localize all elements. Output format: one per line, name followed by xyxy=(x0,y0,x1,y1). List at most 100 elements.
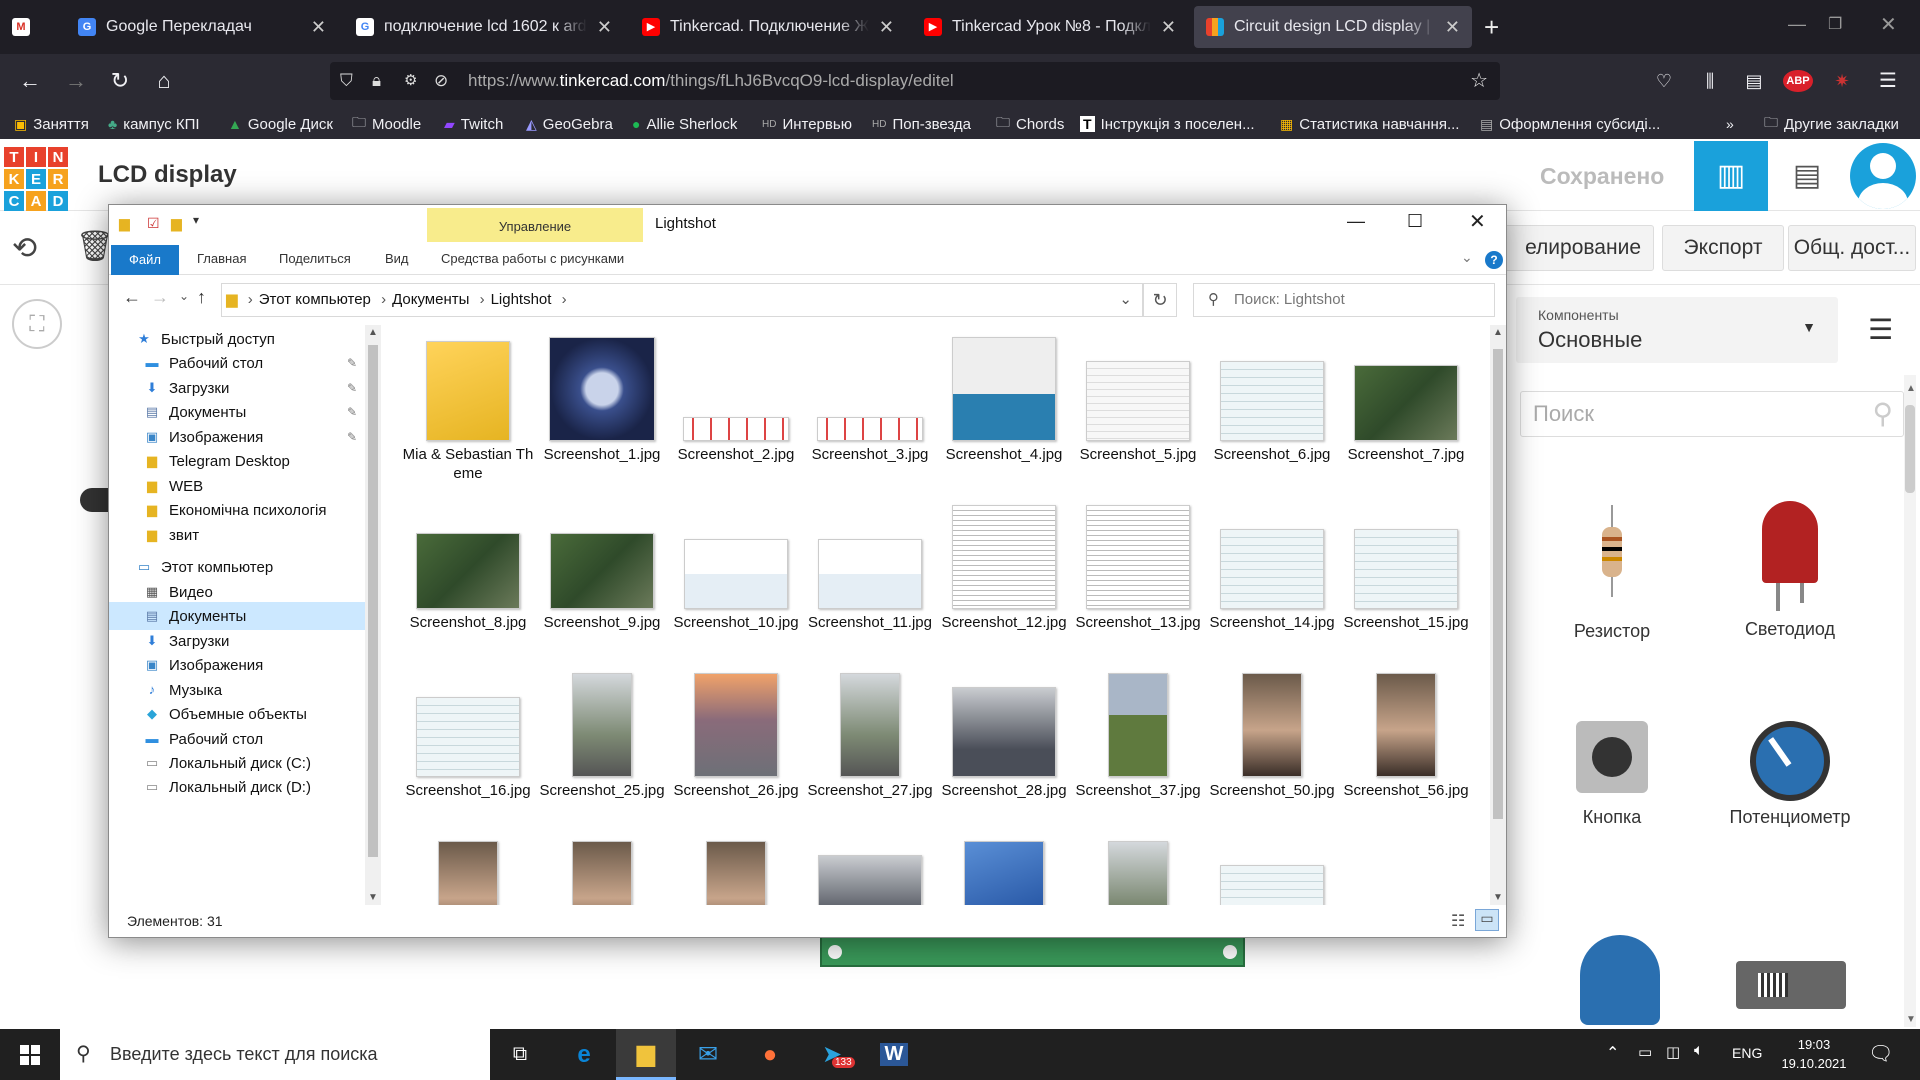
component-partial[interactable] xyxy=(1736,961,1846,1009)
avatar[interactable] xyxy=(1850,143,1916,209)
file-item[interactable] xyxy=(1205,837,1339,905)
sidebar-item[interactable]: ▆ Економічна психологія xyxy=(109,496,365,524)
windows-start-icon[interactable] xyxy=(0,1029,60,1080)
file-item[interactable] xyxy=(669,837,803,905)
file-item[interactable]: Screenshot_10.jpg xyxy=(669,501,803,632)
file-item[interactable]: Screenshot_14.jpg xyxy=(1205,501,1339,632)
address-bar[interactable]: ▆ › Этот компьютер › Документы › Lightshot … xyxy=(221,283,1143,317)
tab-tinkercad[interactable]: Circuit design LCD display | Tink ✕ xyxy=(1194,6,1472,48)
pocket-icon[interactable]: ♡ xyxy=(1648,66,1680,96)
sidebar-item[interactable]: ▆ звит xyxy=(109,521,365,549)
tracking-icon[interactable]: ⊘ xyxy=(434,62,448,100)
bookmark[interactable]: ▤ Оформлення субсиді... xyxy=(1480,112,1660,136)
file-item[interactable]: Screenshot_26.jpg xyxy=(669,669,803,800)
new-tab-button[interactable]: + xyxy=(1484,12,1499,43)
file-item[interactable]: Screenshot_6.jpg xyxy=(1205,333,1339,464)
file-item[interactable]: Screenshot_9.jpg xyxy=(535,501,669,632)
bookmark[interactable]: ▲ Google Диск xyxy=(228,112,333,136)
task-view-icon[interactable]: ⧉ xyxy=(490,1029,550,1080)
library-icon[interactable]: ⫼ xyxy=(1694,66,1726,96)
design-title[interactable]: LCD display xyxy=(98,161,237,189)
share-button[interactable]: Общ. дост... xyxy=(1788,225,1916,271)
sidebar-item[interactable]: ▭ Этот компьютер xyxy=(109,553,365,581)
file-item[interactable]: Screenshot_12.jpg xyxy=(937,501,1071,632)
clock[interactable]: 19:03 19.10.2021 xyxy=(1764,1035,1864,1073)
tab-picture-tools[interactable]: Средства работы с рисунками xyxy=(441,251,624,266)
volume-icon[interactable]: 🔈︎ xyxy=(1694,1042,1704,1060)
bookmark[interactable]: T Інструкція з поселен... xyxy=(1080,112,1255,136)
large-icons-view-icon[interactable]: ▭ xyxy=(1475,909,1499,931)
sidebar-item[interactable]: ▆ Telegram Desktop xyxy=(109,447,365,475)
close-tab-icon[interactable]: ✕ xyxy=(1445,17,1460,38)
panel-scrollbar[interactable]: ▲ ▼ xyxy=(1904,375,1916,1027)
file-item[interactable]: Screenshot_7.jpg xyxy=(1339,333,1473,464)
back-arrow-icon[interactable]: ← xyxy=(123,287,141,308)
simulate-button[interactable]: елирование xyxy=(1500,225,1654,271)
bookmark[interactable]: 🗀 Chords xyxy=(996,112,1064,136)
breadcrumb-item[interactable]: Lightshot xyxy=(491,291,552,308)
tab-share[interactable]: Поделиться xyxy=(279,251,351,266)
close-tab-icon[interactable]: ✕ xyxy=(311,17,326,38)
forward-icon[interactable]: → xyxy=(60,66,92,96)
forward-arrow-icon[interactable]: → xyxy=(151,287,169,308)
sidebar-item[interactable]: ▬ Рабочий стол ✎ xyxy=(109,349,365,377)
tinkercad-logo[interactable]: T I N K E R C A D xyxy=(4,147,68,211)
sidebar-item[interactable]: ▣ Изображения xyxy=(109,651,365,679)
close-tab-icon[interactable]: ✕ xyxy=(597,17,612,38)
properties-icon[interactable]: ☑ xyxy=(147,215,160,232)
file-item[interactable]: Screenshot_15.jpg xyxy=(1339,501,1473,632)
bookmark[interactable]: HD Поп-звезда xyxy=(872,112,971,136)
notifications-icon[interactable]: 🗨︎ xyxy=(1868,1041,1893,1066)
details-view-icon[interactable]: ☷ xyxy=(1451,911,1465,931)
circuit-view-button[interactable]: ▥ xyxy=(1694,141,1768,211)
file-item[interactable]: Screenshot_11.jpg xyxy=(803,501,937,632)
file-item[interactable] xyxy=(401,837,535,905)
component-partial[interactable] xyxy=(1580,935,1660,1025)
breadcrumb-item[interactable]: Этот компьютер xyxy=(259,291,371,308)
sidebar-item[interactable]: ◆ Объемные объекты xyxy=(109,700,365,728)
lcd-board[interactable] xyxy=(820,935,1245,967)
star-bookmark-icon[interactable]: ☆ xyxy=(1470,62,1488,100)
sidebar-icon[interactable]: ▤ xyxy=(1738,66,1770,96)
bookmark[interactable]: ▣ Заняття xyxy=(14,112,89,136)
language-indicator[interactable]: ENG xyxy=(1732,1045,1762,1061)
firefox-icon[interactable]: ● xyxy=(740,1029,800,1080)
file-item[interactable] xyxy=(937,837,1071,905)
file-item[interactable] xyxy=(803,837,937,905)
sidebar-item[interactable]: ▤ Документы ✎ xyxy=(109,398,365,426)
extension-icon[interactable]: ✷ xyxy=(1826,66,1858,96)
bookmark[interactable]: ♣ кампус КПІ xyxy=(108,112,200,136)
tab-youtube-1[interactable]: ▶ Tinkercad. Подключение ЖК д ✕ xyxy=(630,6,906,48)
restore-window-icon[interactable]: ❐ xyxy=(1828,14,1842,34)
permissions-icon[interactable]: ⚙ xyxy=(404,62,417,100)
file-item[interactable]: Screenshot_2.jpg xyxy=(669,333,803,464)
file-item[interactable]: Screenshot_37.jpg xyxy=(1071,669,1205,800)
file-explorer-taskbar-icon[interactable]: ▆ xyxy=(616,1029,676,1080)
file-item[interactable]: Screenshot_27.jpg xyxy=(803,669,937,800)
network-icon[interactable]: ◫ xyxy=(1666,1043,1680,1061)
file-item[interactable]: Screenshot_56.jpg xyxy=(1339,669,1473,800)
file-item[interactable]: Screenshot_25.jpg xyxy=(535,669,669,800)
file-item[interactable]: Screenshot_16.jpg xyxy=(401,669,535,800)
sidebar-item[interactable]: ▤ Документы xyxy=(109,602,365,630)
list-view-button[interactable]: ▤ xyxy=(1770,141,1844,211)
tab-home[interactable]: Главная xyxy=(197,251,246,266)
tray-overflow-icon[interactable]: ⌃ xyxy=(1606,1043,1619,1063)
file-item[interactable]: Screenshot_28.jpg xyxy=(937,669,1071,800)
component-pushbutton[interactable]: Кнопка xyxy=(1532,721,1692,828)
component-led[interactable]: Светодиод xyxy=(1710,501,1870,640)
tab-file[interactable]: Файл xyxy=(111,245,179,275)
file-item[interactable] xyxy=(1071,837,1205,905)
close-tab-icon[interactable]: ✕ xyxy=(1161,17,1176,38)
tab-view[interactable]: Вид xyxy=(385,251,409,266)
quick-access-dropdown-icon[interactable]: ▾ xyxy=(193,213,199,227)
reload-icon[interactable]: ↻ xyxy=(104,66,136,96)
home-icon[interactable]: ⌂ xyxy=(148,66,180,96)
component-potentiometer[interactable]: Потенциометр xyxy=(1710,721,1870,828)
file-item[interactable]: Screenshot_4.jpg xyxy=(937,333,1071,464)
tab-google-translate[interactable]: G Google Перекладач ✕ xyxy=(66,6,338,48)
breadcrumb-item[interactable]: Документы xyxy=(392,291,469,308)
list-icon[interactable]: ☰ xyxy=(1868,313,1893,346)
folder-item[interactable]: Mia & Sebastian Theme xyxy=(401,333,535,483)
export-button[interactable]: Экспорт xyxy=(1662,225,1784,271)
